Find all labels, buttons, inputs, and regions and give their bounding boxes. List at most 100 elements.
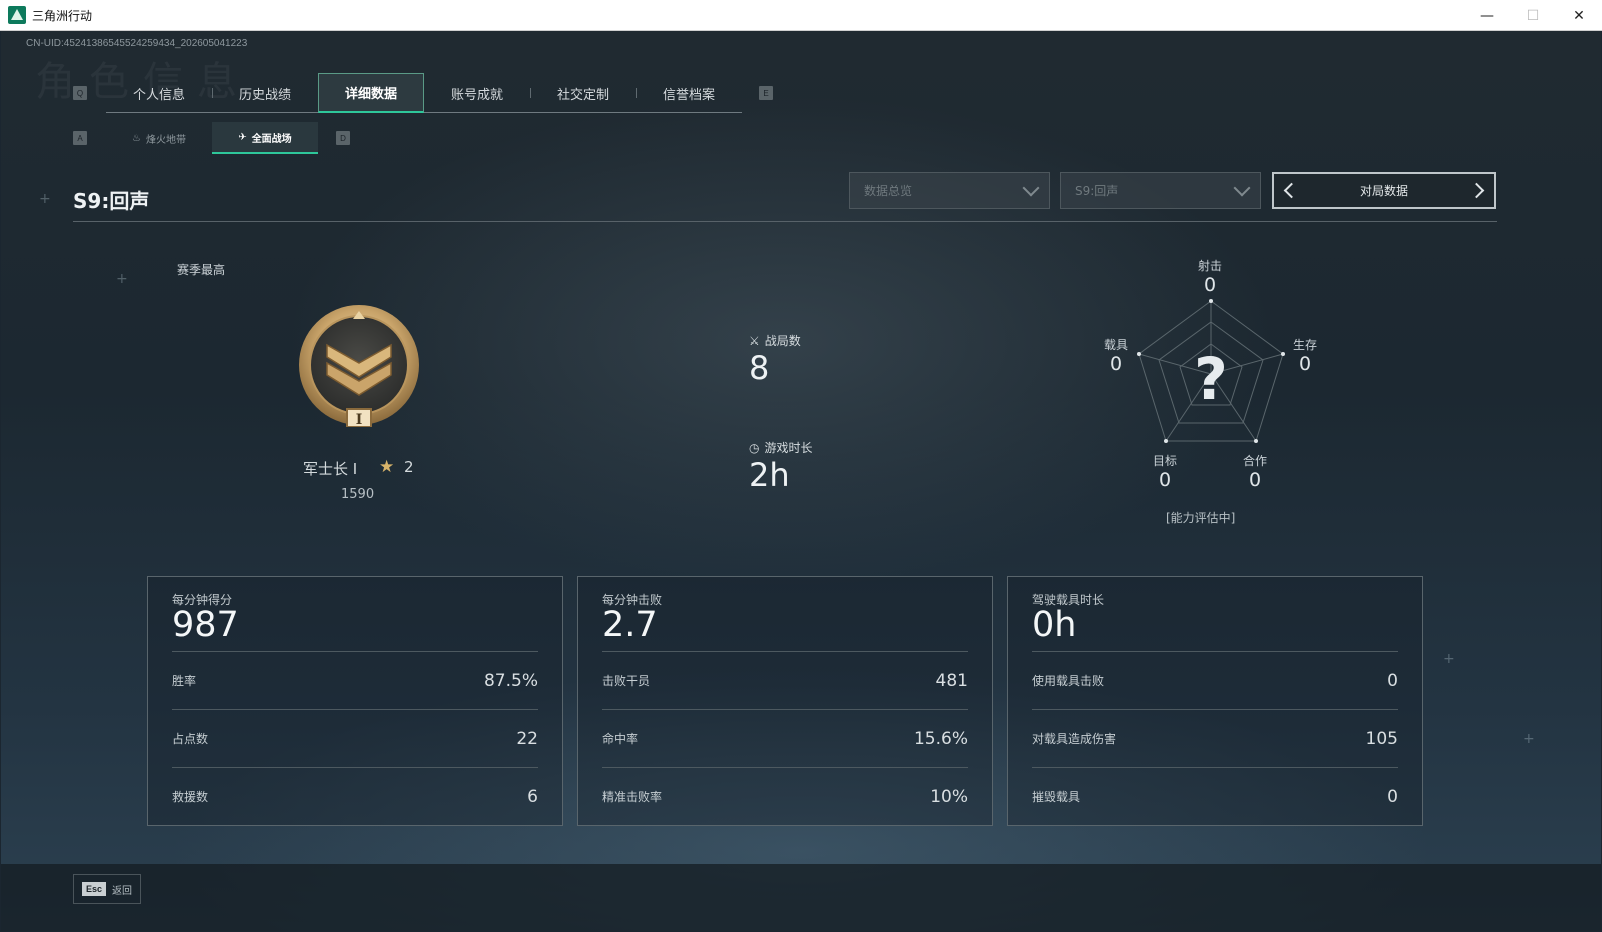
- delta-force-logo-icon: [8, 6, 26, 24]
- stat-card-vehicle: 驾驶载具时长 0h 使用载具击败 0 对载具造成伤害 105 摧毁载具 0: [1007, 576, 1423, 826]
- row-label: 占点数: [172, 732, 209, 746]
- tab-next-key-hint: E: [759, 86, 773, 100]
- card-value: 0h: [1032, 605, 1077, 645]
- pager-label: 对局数据: [1359, 184, 1408, 198]
- radar-status: [能力评估中]: [1166, 511, 1236, 525]
- category-dropdown[interactable]: 数据总览: [849, 172, 1050, 209]
- star-icon: ★: [379, 457, 395, 477]
- card-row: 使用载具击败 0: [1032, 651, 1398, 709]
- row-value: 10%: [930, 786, 968, 807]
- crossed-swords-icon: ⚔: [749, 333, 760, 348]
- row-value: 105: [1365, 728, 1398, 749]
- medal-numeral: I: [356, 412, 363, 427]
- row-label: 使用载具击败: [1032, 674, 1105, 688]
- chevron-left-icon[interactable]: [1283, 182, 1300, 199]
- main-tab-bar: 个人信息 历史战绩 详细数据 账号成就 社交定制 信誉档案: [106, 73, 742, 113]
- card-row: 救援数 6: [172, 767, 538, 825]
- tab-mode-warfare-label: 全面战场: [251, 133, 292, 145]
- crosshair-decoration-icon: +: [39, 191, 51, 207]
- chevron-down-icon: [1233, 179, 1251, 197]
- tab-credit-record[interactable]: 信誉档案: [636, 73, 742, 113]
- clock-icon: ◷: [749, 440, 760, 455]
- radar-placeholder-icon: ?: [1194, 345, 1228, 413]
- row-value: 0: [1387, 670, 1398, 691]
- radar-value-objective: 0: [1158, 469, 1172, 491]
- row-value: 6: [527, 786, 538, 807]
- tab-personal-info[interactable]: 个人信息: [106, 73, 212, 113]
- playtime-label-group: ◷ 游戏时长: [749, 439, 813, 456]
- bottom-bar: [1, 864, 1601, 931]
- tab-social-custom[interactable]: 社交定制: [530, 73, 636, 113]
- radar-label-vehicle: 载具: [1103, 338, 1128, 352]
- card-value: 2.7: [602, 605, 658, 645]
- season-best-heading: 赛季最高: [177, 263, 226, 277]
- minimize-button[interactable]: —: [1464, 0, 1510, 31]
- rank-star-count: 2: [404, 458, 414, 476]
- row-label: 摧毁载具: [1032, 790, 1081, 804]
- radar-label-teamwork: 合作: [1242, 454, 1267, 468]
- row-value: 15.6%: [913, 728, 968, 749]
- season-title: S9:回声: [73, 189, 150, 213]
- tab-prev-key-hint: Q: [73, 86, 87, 100]
- radar-value-teamwork: 0: [1248, 469, 1262, 491]
- maximize-button[interactable]: ☐: [1510, 0, 1556, 31]
- mode-tab-bar: ♨ 烽火地带 ✈ 全面战场: [106, 122, 318, 154]
- stat-card-kills: 每分钟击败 2.7 击败干员 481 命中率 15.6% 精准击败率 10%: [577, 576, 993, 826]
- close-button[interactable]: ✕: [1556, 0, 1602, 31]
- window-titlebar: 三角洲行动 — ☐ ✕: [0, 0, 1602, 31]
- crosshair-decoration-icon: +: [1443, 651, 1455, 667]
- playtime-label: 游戏时长: [764, 441, 813, 455]
- tab-achievements[interactable]: 账号成就: [424, 73, 530, 113]
- tab-mode-operations-label: 烽火地带: [145, 134, 186, 146]
- stat-card-score: 每分钟得分 987 胜率 87.5% 占点数 22 救援数 6: [147, 576, 563, 826]
- game-surface: 角色信息 CN-UID:45241386545524259434_2026050…: [1, 31, 1601, 931]
- radar-label-objective: 目标: [1152, 454, 1177, 468]
- radar-value-survival: 0: [1298, 353, 1312, 375]
- card-row: 精准击败率 10%: [602, 767, 968, 825]
- tab-mode-operations[interactable]: ♨ 烽火地带: [106, 122, 212, 154]
- row-label: 救援数: [172, 790, 209, 804]
- season-dropdown-value: S9:回声: [1075, 184, 1119, 198]
- card-row: 摧毁载具 0: [1032, 767, 1398, 825]
- window-controls: — ☐ ✕: [1464, 0, 1602, 31]
- matches-label-group: ⚔ 战局数: [749, 332, 801, 349]
- window-title: 三角洲行动: [32, 8, 93, 23]
- row-label: 对载具造成伤害: [1032, 732, 1117, 746]
- matches-value: 8: [749, 349, 770, 387]
- season-dropdown[interactable]: S9:回声: [1060, 172, 1261, 209]
- header-divider: [73, 221, 1497, 222]
- chevron-down-icon: [1022, 179, 1040, 197]
- flame-icon: ♨: [132, 132, 141, 144]
- card-row: 击败干员 481: [602, 651, 968, 709]
- matches-label: 战局数: [764, 334, 801, 348]
- radar-value-vehicle: 0: [1109, 353, 1123, 375]
- crosshair-decoration-icon: +: [116, 271, 128, 287]
- row-label: 击败干员: [602, 674, 651, 688]
- back-button[interactable]: Esc 返回: [73, 874, 141, 904]
- back-label: 返回: [112, 885, 133, 897]
- row-value: 87.5%: [483, 670, 538, 691]
- row-label: 胜率: [172, 674, 197, 688]
- row-label: 精准击败率: [602, 790, 663, 804]
- rank-name: 军士长 I: [303, 460, 358, 478]
- radar-label-survival: 生存: [1292, 338, 1317, 352]
- rank-medal-icon: I: [299, 305, 419, 427]
- card-value: 987: [172, 605, 239, 645]
- card-row: 命中率 15.6%: [602, 709, 968, 767]
- tab-match-history[interactable]: 历史战绩: [212, 73, 318, 113]
- tab-mode-warfare[interactable]: ✈ 全面战场: [212, 122, 318, 154]
- rank-score: 1590: [341, 487, 375, 502]
- data-type-pager: 对局数据: [1272, 172, 1496, 209]
- player-uid: CN-UID:45241386545524259434_202605041223: [26, 38, 248, 49]
- row-value: 0: [1387, 786, 1398, 807]
- playtime-value: 2h: [749, 456, 790, 494]
- subtab-prev-key-hint: A: [73, 131, 87, 145]
- chevron-right-icon[interactable]: [1468, 182, 1485, 199]
- tab-detailed-data[interactable]: 详细数据: [318, 73, 424, 113]
- battlefield-icon: ✈: [238, 131, 247, 143]
- radar-label-shooting: 射击: [1197, 259, 1222, 273]
- row-label: 命中率: [602, 732, 639, 746]
- subtab-next-key-hint: D: [336, 131, 350, 145]
- row-value: 22: [516, 728, 538, 749]
- category-dropdown-value: 数据总览: [864, 184, 913, 198]
